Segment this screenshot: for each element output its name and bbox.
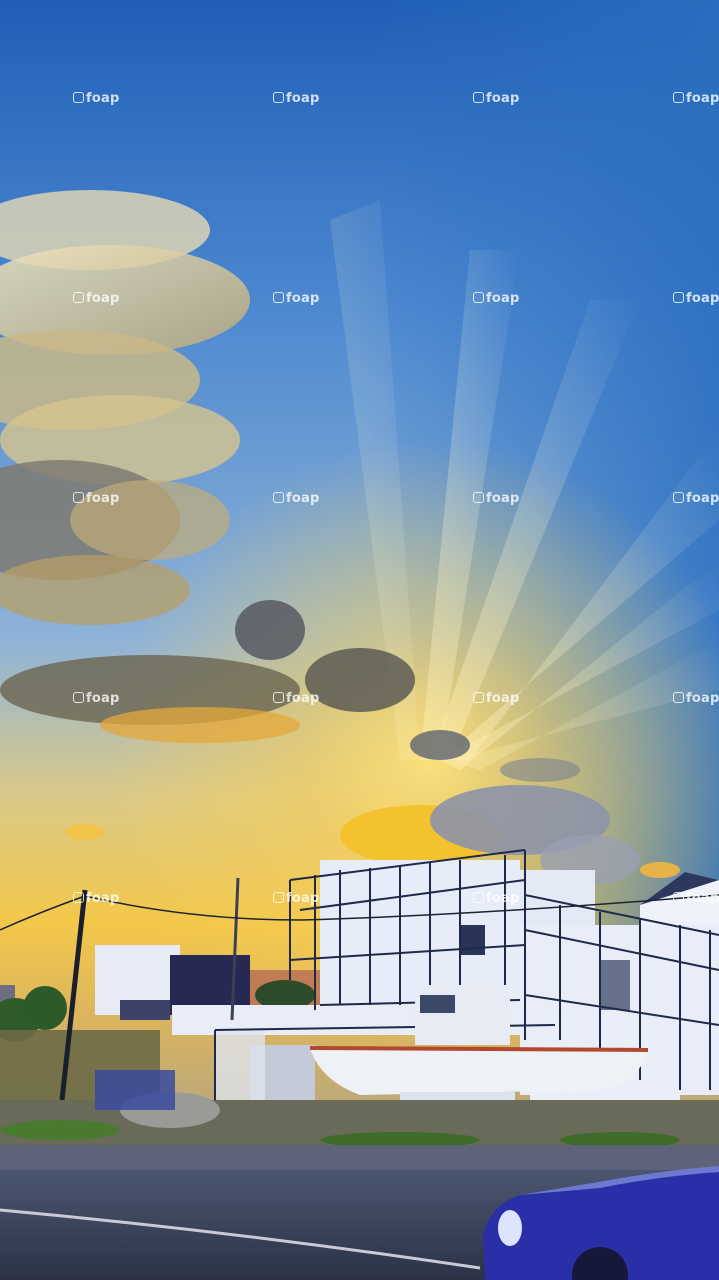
sunset-scene [0,0,719,1280]
sunset-photo: foap foap foap foap foap foap foap foap foap foap… [0,0,719,1280]
